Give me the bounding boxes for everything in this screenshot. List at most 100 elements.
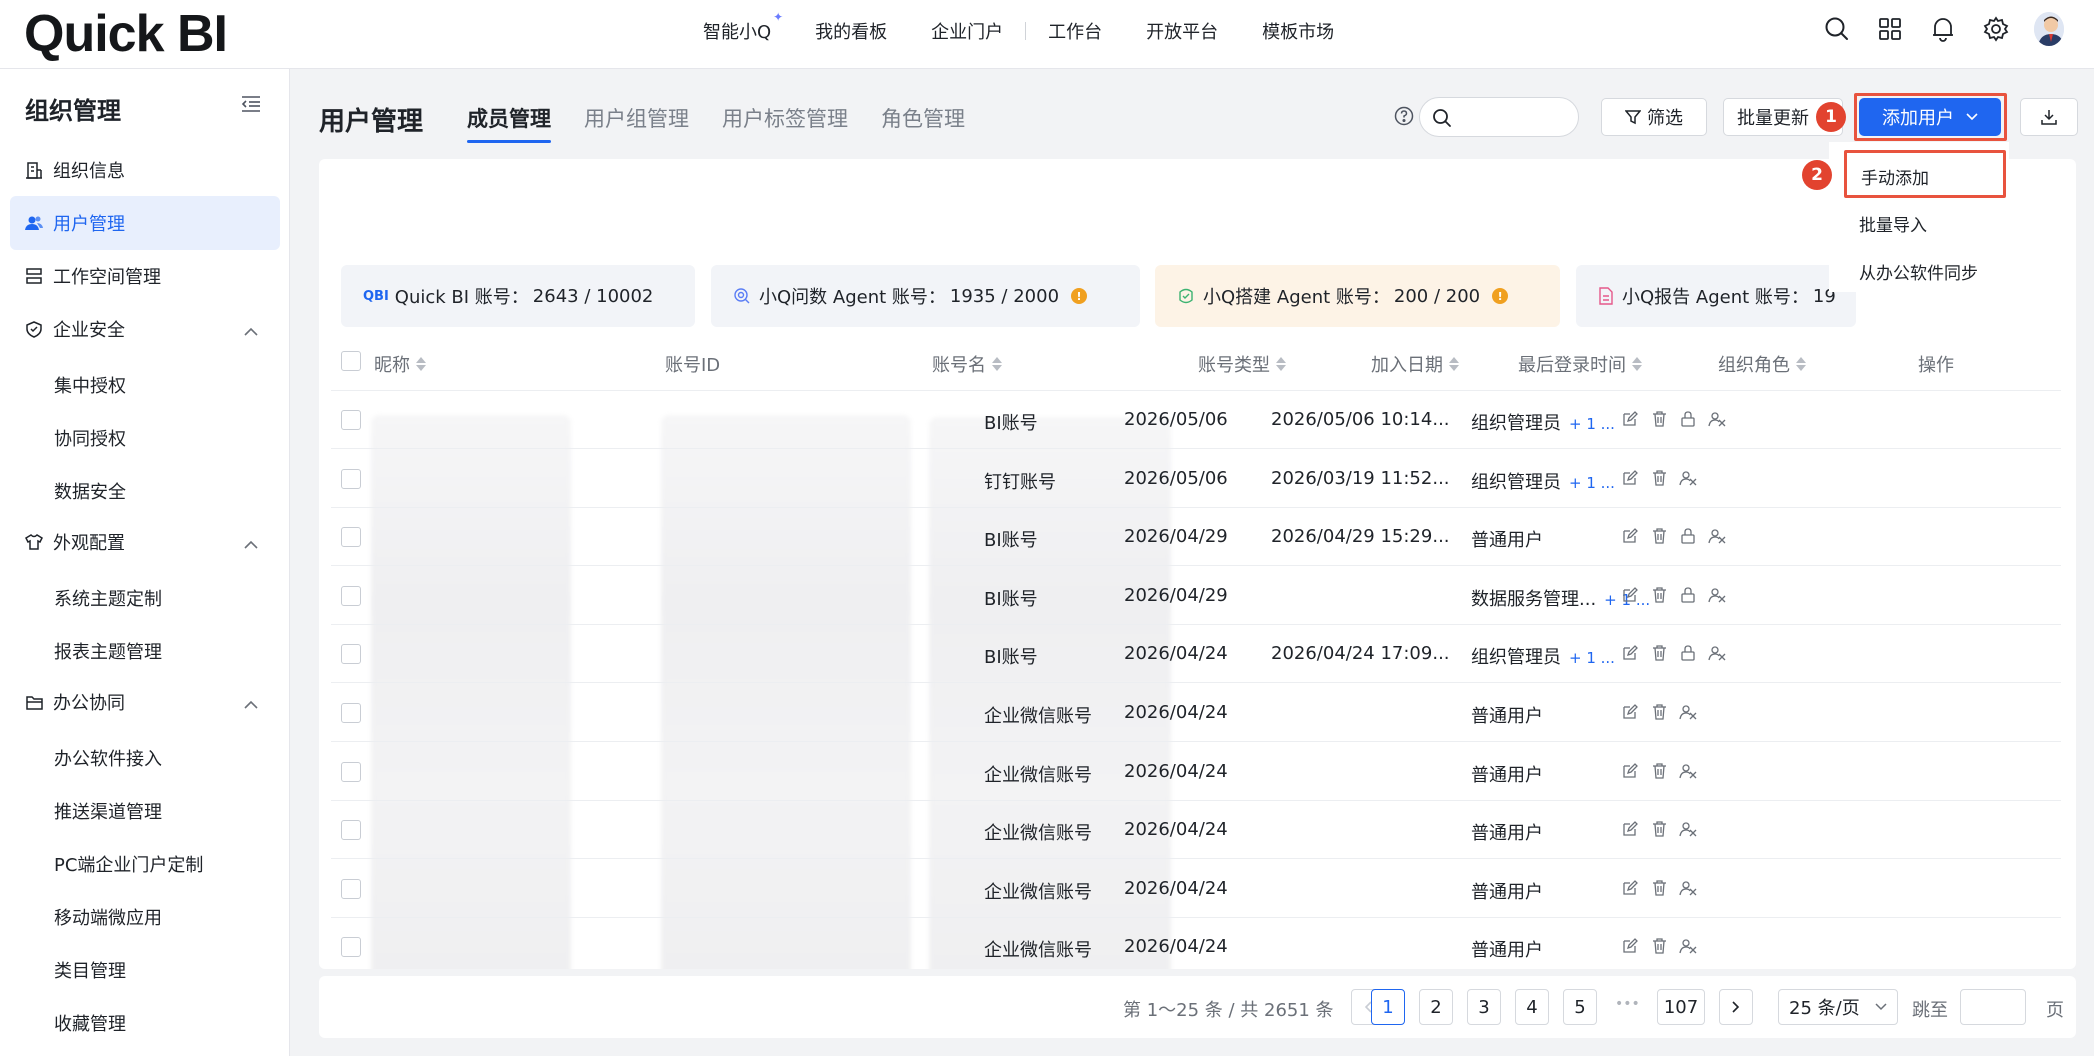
delete-icon[interactable]	[1650, 469, 1668, 487]
bell-icon[interactable]	[1928, 14, 1958, 44]
row-checkbox[interactable]	[341, 878, 361, 899]
edit-icon[interactable]	[1621, 644, 1639, 662]
edit-icon[interactable]	[1621, 820, 1639, 838]
edit-icon[interactable]	[1621, 937, 1639, 955]
row-checkbox[interactable]	[341, 644, 361, 665]
sidebar-item-central-auth[interactable]: 集中授权	[54, 372, 126, 398]
sidebar-item-system-theme[interactable]: 系统主题定制	[54, 585, 162, 611]
edit-icon[interactable]	[1621, 762, 1639, 780]
pagination-ellipsis[interactable]: •••	[1615, 996, 1640, 1012]
sidebar-item-pc-portal[interactable]: PC端企业门户定制	[54, 851, 203, 877]
sidebar-item-org-info[interactable]: 组织信息	[10, 143, 280, 197]
table-row[interactable]: BI账号 2026/05/06 2026/05/06 10:14... 组织管理员 + …	[331, 391, 2061, 449]
lock-icon[interactable]	[1679, 586, 1697, 604]
apps-grid-icon[interactable]	[1875, 14, 1905, 44]
nav-open-platform[interactable]: 开放平台	[1146, 18, 1218, 44]
row-checkbox[interactable]	[341, 761, 361, 782]
disable-user-icon[interactable]	[1679, 820, 1697, 838]
table-row[interactable]: 企业微信账号 2026/04/24 普通用户	[331, 743, 2061, 801]
sidebar-item-office-collab[interactable]: 办公协同	[10, 675, 280, 729]
filter-button[interactable]: 筛选	[1601, 98, 1707, 136]
delete-icon[interactable]	[1650, 644, 1668, 662]
user-avatar[interactable]	[2034, 12, 2064, 46]
edit-icon[interactable]	[1621, 586, 1639, 604]
download-button[interactable]	[2020, 98, 2078, 136]
page-2-button[interactable]: 2	[1419, 989, 1453, 1025]
last-page-button[interactable]: 107	[1657, 989, 1705, 1025]
sidebar-item-appearance[interactable]: 外观配置	[10, 515, 280, 569]
nav-my-board[interactable]: 我的看板	[815, 18, 887, 44]
menu-item-office-sync[interactable]: 从办公软件同步	[1859, 259, 1978, 284]
gear-icon[interactable]	[1981, 14, 2011, 44]
tab-user-tag[interactable]: 用户标签管理	[722, 103, 848, 143]
search-box[interactable]	[1419, 97, 1579, 137]
lock-icon[interactable]	[1679, 527, 1697, 545]
sidebar-item-report-theme[interactable]: 报表主题管理	[54, 638, 162, 664]
delete-icon[interactable]	[1650, 937, 1668, 955]
col-last-login[interactable]: 最后登录时间	[1518, 351, 1642, 377]
sidebar-item-favorites[interactable]: 收藏管理	[54, 1010, 126, 1036]
row-checkbox[interactable]	[341, 468, 361, 489]
sidebar-item-workspace-management[interactable]: 工作空间管理	[10, 249, 280, 303]
tab-role[interactable]: 角色管理	[881, 103, 965, 143]
col-nickname[interactable]: 昵称	[374, 351, 426, 377]
nav-template-market[interactable]: 模板市场	[1262, 18, 1334, 44]
disable-user-icon[interactable]	[1679, 879, 1697, 897]
row-checkbox[interactable]	[341, 703, 361, 723]
disable-user-icon[interactable]	[1708, 527, 1726, 545]
page-3-button[interactable]: 3	[1467, 989, 1501, 1025]
disable-user-icon[interactable]	[1679, 703, 1697, 721]
search-icon[interactable]	[1822, 14, 1852, 44]
delete-icon[interactable]	[1650, 527, 1668, 545]
collapse-sidebar-icon[interactable]	[241, 95, 261, 118]
more-roles-link[interactable]: + 1 ...	[1569, 415, 1615, 433]
col-org-role[interactable]: 组织角色	[1718, 351, 1806, 377]
sidebar-item-office-integration[interactable]: 办公软件接入	[54, 745, 162, 771]
delete-icon[interactable]	[1650, 586, 1668, 604]
row-checkbox[interactable]	[341, 527, 361, 548]
disable-user-icon[interactable]	[1708, 644, 1726, 662]
sidebar-item-collab-auth[interactable]: 协同授权	[54, 425, 126, 451]
sidebar-item-user-management[interactable]: 用户管理	[10, 196, 280, 250]
table-row[interactable]: 钉钉账号 2026/05/06 2026/03/19 11:52... 组织管理员 + …	[331, 450, 2061, 508]
col-join-date[interactable]: 加入日期	[1371, 351, 1459, 377]
info-icon[interactable]: !	[1492, 288, 1509, 304]
disable-user-icon[interactable]	[1679, 762, 1697, 780]
select-all-checkbox[interactable]	[341, 351, 361, 371]
edit-icon[interactable]	[1621, 703, 1639, 721]
table-row[interactable]: BI账号 2026/04/29 数据服务管理... + 1 ...	[331, 567, 2061, 625]
sidebar-item-data-security[interactable]: 数据安全	[54, 478, 126, 504]
disable-user-icon[interactable]	[1679, 469, 1697, 487]
tab-user-group[interactable]: 用户组管理	[584, 103, 689, 143]
delete-icon[interactable]	[1650, 879, 1668, 897]
col-account-type[interactable]: 账号类型	[1198, 351, 1286, 377]
search-input[interactable]	[1460, 106, 1570, 125]
next-page-button[interactable]	[1719, 989, 1753, 1025]
help-icon[interactable]	[1394, 106, 1414, 131]
row-checkbox[interactable]	[341, 585, 361, 606]
info-icon[interactable]: !	[1071, 288, 1088, 304]
nav-smart-q[interactable]: 智能小Q ✦	[703, 10, 783, 44]
row-checkbox[interactable]	[341, 410, 361, 430]
lock-icon[interactable]	[1679, 644, 1697, 662]
disable-user-icon[interactable]	[1708, 410, 1726, 428]
page-1-button[interactable]: 1	[1371, 989, 1405, 1025]
nav-enterprise-portal[interactable]: 企业门户	[931, 18, 1003, 44]
page-size-select[interactable]: 25 条/页	[1778, 989, 1898, 1025]
page-4-button[interactable]: 4	[1515, 989, 1549, 1025]
edit-icon[interactable]	[1621, 469, 1639, 487]
disable-user-icon[interactable]	[1679, 937, 1697, 955]
table-row[interactable]: 企业微信账号 2026/04/24 普通用户	[331, 801, 2061, 860]
page-5-button[interactable]: 5	[1563, 989, 1597, 1025]
delete-icon[interactable]	[1650, 762, 1668, 780]
disable-user-icon[interactable]	[1708, 586, 1726, 604]
menu-item-batch-import[interactable]: 批量导入	[1859, 211, 1927, 236]
sidebar-item-category[interactable]: 类目管理	[54, 957, 126, 983]
table-row[interactable]: BI账号 2026/04/24 2026/04/24 17:09... 组织管理员 + …	[331, 625, 2061, 684]
delete-icon[interactable]	[1650, 820, 1668, 838]
col-account-name[interactable]: 账号名	[932, 351, 1002, 377]
more-roles-link[interactable]: + 1 ...	[1569, 649, 1615, 667]
edit-icon[interactable]	[1621, 879, 1639, 897]
more-roles-link[interactable]: + 1 ...	[1569, 474, 1615, 492]
table-row[interactable]: BI账号 2026/04/29 2026/04/29 15:29... 普通用户	[331, 508, 2061, 567]
